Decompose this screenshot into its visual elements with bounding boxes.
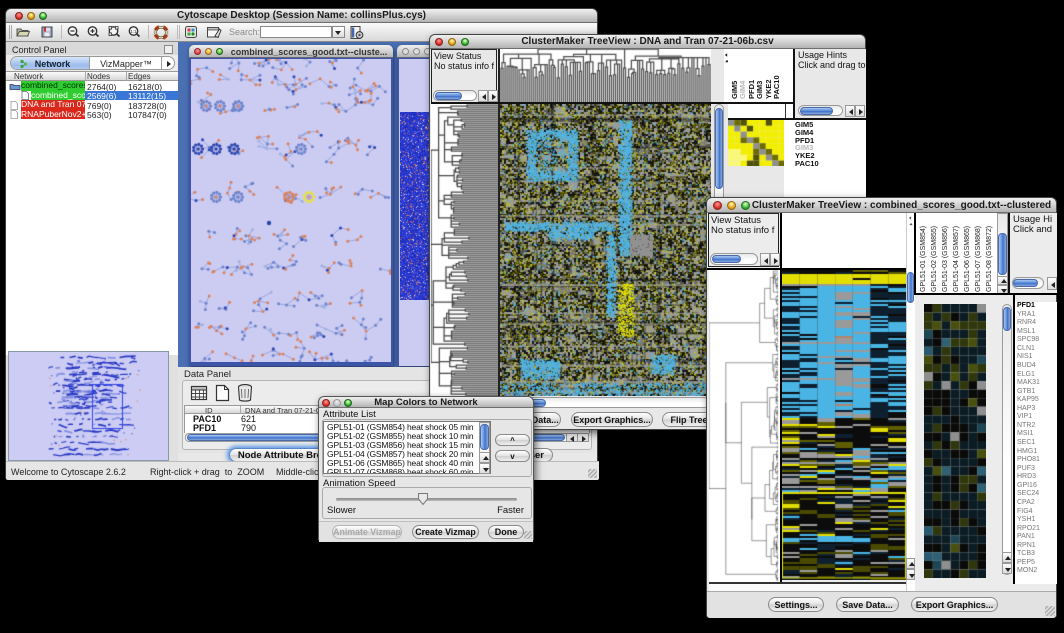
svg-text:1:1: 1:1: [130, 29, 137, 34]
